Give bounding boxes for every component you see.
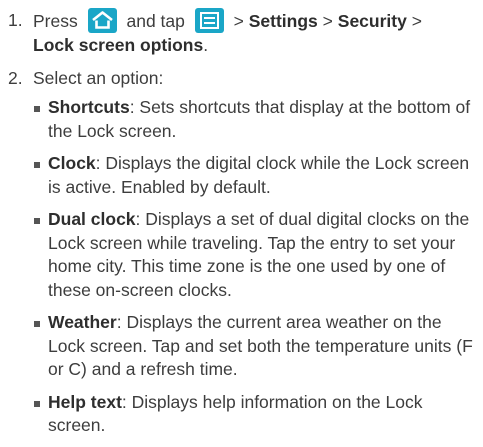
list-item: Shortcuts: Sets shortcuts that display a… bbox=[34, 96, 479, 143]
option-list: Shortcuts: Sets shortcuts that display a… bbox=[34, 96, 479, 447]
option-title: Shortcuts bbox=[48, 97, 130, 117]
step-number: 1. bbox=[8, 10, 23, 30]
bullet-icon bbox=[34, 218, 40, 224]
bullet-icon bbox=[34, 321, 40, 327]
bullet-icon bbox=[34, 106, 40, 112]
settings-label: Settings bbox=[248, 11, 318, 31]
lock-screen-options-label: Lock screen options bbox=[33, 35, 204, 55]
menu-icon bbox=[194, 8, 224, 33]
list-item: Weather: Displays the current area weath… bbox=[34, 311, 479, 382]
home-icon bbox=[87, 8, 117, 33]
bullet-icon bbox=[34, 400, 40, 407]
list-item: Clock: Displays the digital clock while … bbox=[34, 152, 479, 199]
option-title: Clock bbox=[48, 153, 96, 173]
step-2-text: Select an option: bbox=[33, 68, 164, 88]
option-description: : Displays the digital clock while the L… bbox=[48, 153, 470, 197]
option-title: Help text bbox=[48, 391, 122, 412]
option-title: Dual clock bbox=[48, 209, 136, 229]
list-item: Help text: Displays help information on … bbox=[34, 391, 479, 438]
step-1-text: Press and tap > Settings > Security > Lo… bbox=[33, 8, 483, 57]
list-item: Dual clock: Displays a set of dual digit… bbox=[34, 208, 479, 302]
step-number: 2. bbox=[8, 68, 23, 88]
security-label: Security bbox=[337, 11, 407, 31]
instructions-page: 1. Press and tap > Settings > Security >… bbox=[0, 0, 483, 435]
option-title: Weather bbox=[48, 312, 117, 332]
bullet-icon bbox=[34, 162, 40, 168]
